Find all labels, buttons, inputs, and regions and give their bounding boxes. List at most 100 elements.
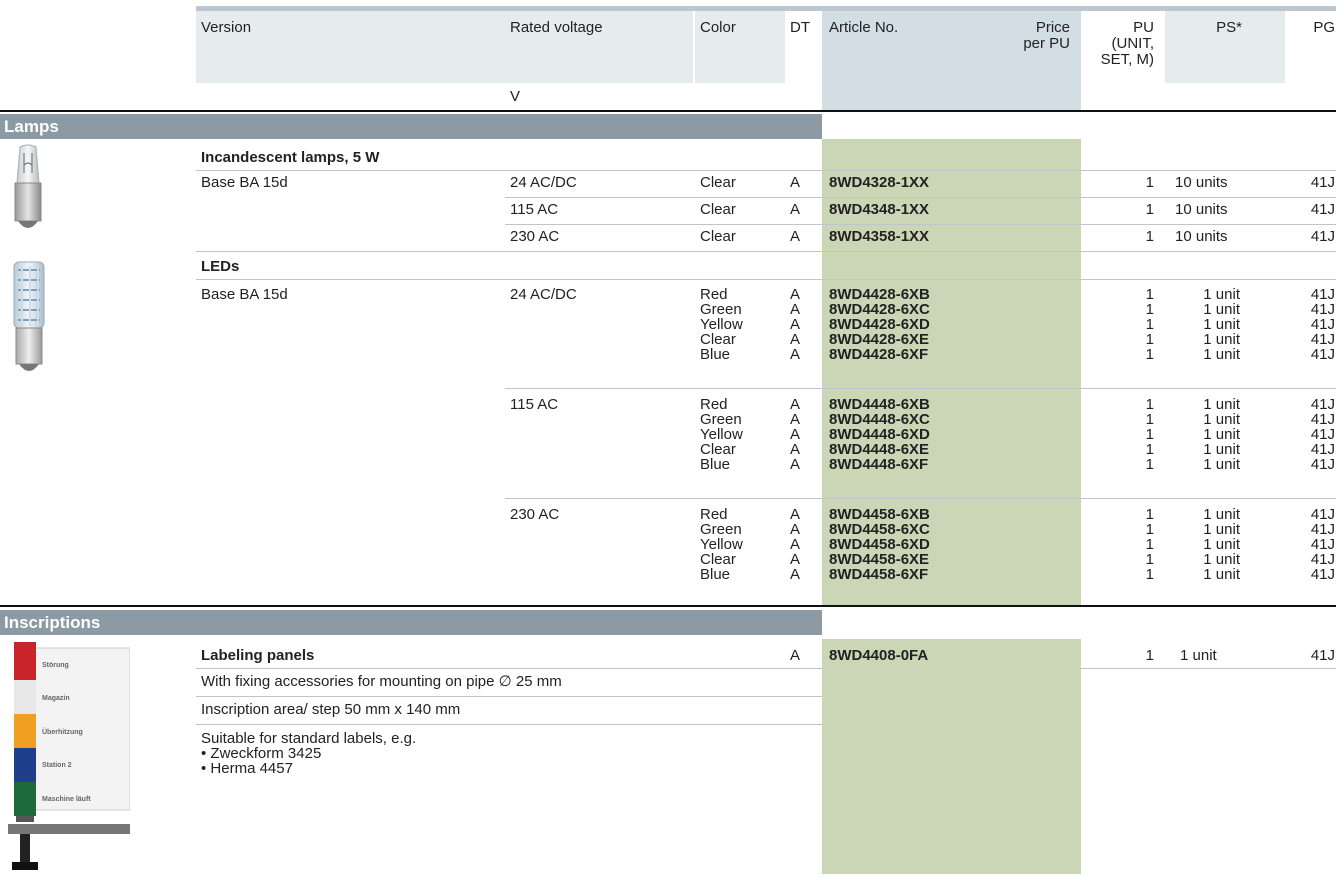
col-header-unit-v: V (510, 88, 521, 105)
color: Clear (700, 551, 736, 568)
leds-version: Base BA 15d (201, 286, 288, 303)
led-group-pg: 41J 41J 41J 41J 41J (1280, 397, 1335, 472)
labeling-bullet: • Zweckform 3425 (201, 745, 322, 762)
col-header-rated-voltage: Rated voltage (510, 19, 603, 36)
color: Clear (700, 174, 736, 191)
ps: 1 unit (1180, 647, 1217, 664)
dt: A (790, 201, 801, 218)
dt: A (790, 411, 801, 428)
pg: 41J (1310, 566, 1335, 583)
labeling-desc-labels: Suitable for standard labels, e.g. (201, 730, 417, 747)
header-bottom-rule (0, 110, 1336, 112)
article-number: 8WD4448-6XB (829, 396, 930, 413)
ps: 1 unit (1203, 286, 1240, 303)
pg: 41J (1310, 647, 1335, 664)
color: Green (700, 411, 742, 428)
article-number: 8WD4448-6XD (829, 426, 930, 443)
dt: A (790, 647, 801, 664)
col-header-price-line1: Price (1035, 19, 1070, 36)
led-group-articles: 8WD4458-6XB 8WD4458-6XC 8WD4458-6XD 8WD4… (829, 507, 930, 582)
leds-title: LEDs (201, 258, 240, 275)
color: Red (700, 396, 728, 413)
pg: 41J (1310, 441, 1335, 458)
divider (196, 668, 822, 669)
pg: 41J (1310, 521, 1335, 538)
divider (505, 197, 1336, 198)
dt: A (790, 301, 801, 318)
labeling-title: Labeling panels (201, 647, 315, 664)
ps: 1 unit (1203, 316, 1240, 333)
col-header-dt: DT (790, 19, 810, 36)
dt: A (790, 286, 801, 303)
pg: 41J (1310, 426, 1335, 443)
color: Yellow (700, 536, 743, 553)
led-group-ps: 1 unit 1 unit 1 unit 1 unit 1 unit (1180, 287, 1240, 362)
col-header-pu-line3: SET, M) (1100, 51, 1154, 68)
color: Clear (700, 331, 736, 348)
article-number: 8WD4448-6XE (829, 441, 930, 458)
pg: 41J (1310, 331, 1335, 348)
panel-label: Station 2 (42, 762, 72, 769)
led-group-ps: 1 unit 1 unit 1 unit 1 unit 1 unit (1180, 507, 1240, 582)
led-group-pu: 1 1 1 1 1 (1120, 287, 1154, 362)
divider (196, 724, 822, 725)
article-column-inscriptions (822, 639, 1081, 874)
led-group-dt: A A A A A (790, 507, 800, 582)
ps: 1 unit (1203, 521, 1240, 538)
article-number: 8WD4408-0FA (829, 647, 929, 664)
ps: 1 unit (1203, 441, 1240, 458)
led-group-voltage: 115 AC (510, 396, 559, 413)
panel-label: Überhitzung (42, 729, 83, 736)
section-rule (0, 605, 1336, 607)
col-header-price-line2: per PU (1023, 35, 1070, 52)
dt: A (790, 396, 801, 413)
pu: 1 (1145, 201, 1154, 218)
led-group-articles: 8WD4428-6XB 8WD4428-6XC 8WD4428-6XD 8WD4… (829, 287, 930, 362)
dt: A (790, 566, 801, 583)
voltage: 230 AC (510, 228, 560, 245)
labeling-desc-mounting: With fixing accessories for mounting on … (201, 673, 562, 690)
article-number: 8WD4428-6XB (829, 286, 930, 303)
led-group-voltage: 230 AC (510, 506, 560, 523)
pg: 41J (1310, 286, 1335, 303)
led-group-colors: Red Green Yellow Clear Blue (700, 287, 743, 362)
incandescent-title: Incandescent lamps, 5 W (201, 149, 380, 166)
pu: 1 (1145, 228, 1154, 245)
ps: 10 units (1175, 174, 1228, 191)
col-header-ps: PS* (1216, 19, 1242, 36)
pu: 1 (1145, 396, 1154, 413)
col-header-pu-line1: PU (1133, 19, 1154, 36)
ps: 1 unit (1203, 456, 1240, 473)
color: Blue (700, 346, 731, 363)
ps: 1 unit (1203, 331, 1240, 348)
pu: 1 (1145, 441, 1154, 458)
divider (505, 388, 1336, 389)
dt: A (790, 316, 801, 333)
led-group-articles: 8WD4448-6XB 8WD4448-6XC 8WD4448-6XD 8WD4… (829, 397, 930, 472)
color: Green (700, 521, 742, 538)
ps: 1 unit (1203, 551, 1240, 568)
article-number: 8WD4428-6XF (829, 346, 929, 363)
article-number: 8WD4328-1XX (829, 174, 930, 191)
pg: 41J (1310, 201, 1335, 218)
ps: 1 unit (1203, 411, 1240, 428)
led-group-pu: 1 1 1 1 1 (1120, 507, 1154, 582)
col-header-version: Version (201, 19, 252, 36)
pu: 1 (1145, 521, 1154, 538)
pu: 1 (1145, 426, 1154, 443)
pu: 1 (1145, 174, 1154, 191)
dt: A (790, 228, 801, 245)
article-number: 8WD4458-6XE (829, 551, 930, 568)
ps: 1 unit (1203, 346, 1240, 363)
dt: A (790, 174, 801, 191)
col-header-article-no: Article No. (829, 19, 899, 36)
led-group-dt: A A A A A (790, 397, 800, 472)
divider (196, 696, 822, 697)
pu: 1 (1145, 506, 1154, 523)
dt: A (790, 521, 801, 538)
led-group-pu: 1 1 1 1 1 (1120, 397, 1154, 472)
led-group-colors: Red Green Yellow Clear Blue (700, 507, 743, 582)
led-group-colors: Red Green Yellow Clear Blue (700, 397, 743, 472)
col-header-pu-line2: (UNIT, (1111, 35, 1155, 52)
incandescent-lamp-image (6, 143, 50, 239)
